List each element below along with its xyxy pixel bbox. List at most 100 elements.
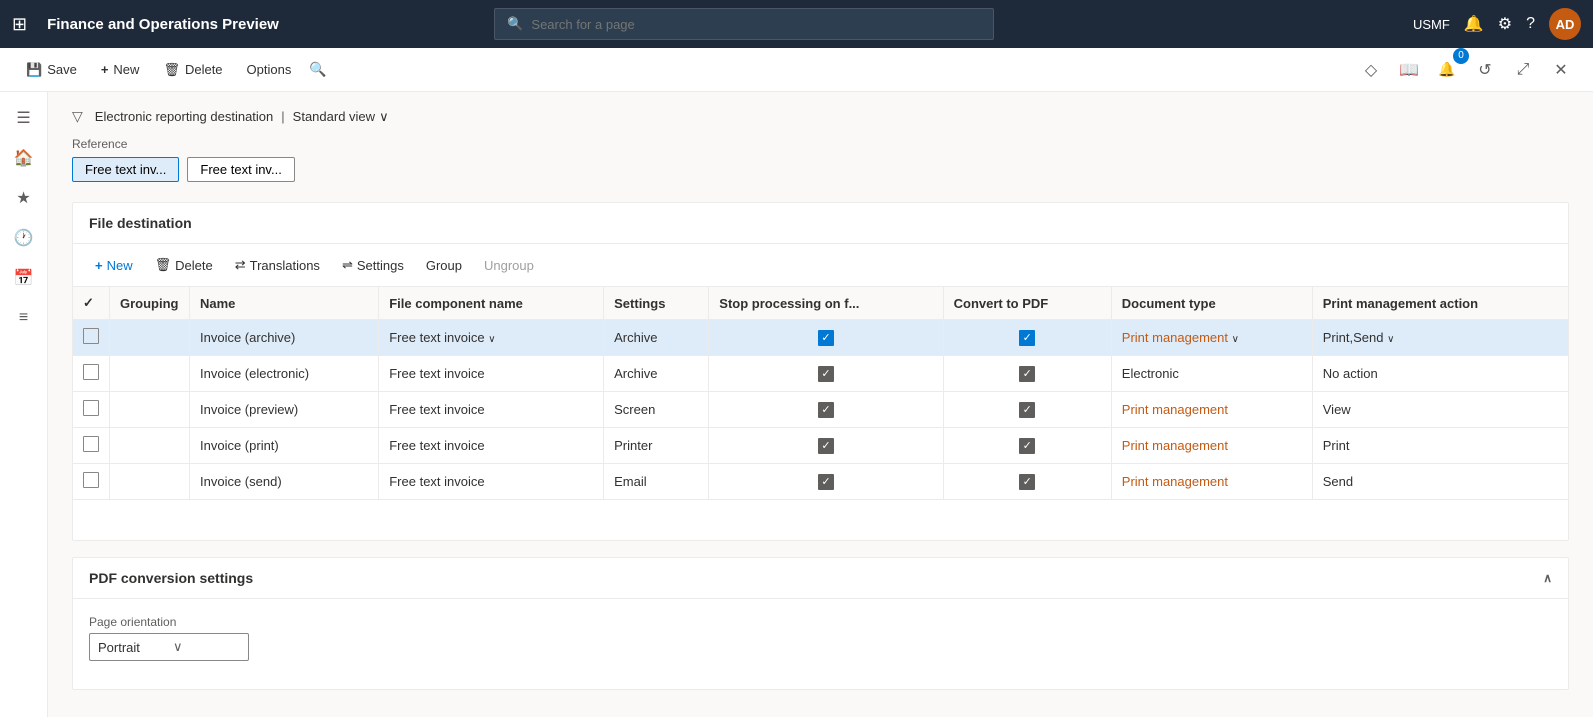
col-name[interactable]: Name — [190, 287, 379, 320]
row-grouping — [110, 428, 190, 464]
page-orientation-select[interactable]: Portrait ∨ — [89, 633, 249, 661]
row-check[interactable] — [73, 392, 110, 428]
page-orientation-value: Portrait — [98, 640, 165, 655]
fd-settings-button[interactable]: ⇌ Settings — [332, 252, 414, 278]
row-convert-pdf[interactable]: ✓ — [943, 320, 1111, 356]
row-print-action: View — [1312, 392, 1568, 428]
col-stop-processing[interactable]: Stop processing on f... — [709, 287, 943, 320]
notification-count: 0 — [1453, 48, 1469, 64]
row-check[interactable] — [73, 464, 110, 500]
stop-checkbox[interactable]: ✓ — [818, 402, 834, 418]
row-check[interactable] — [73, 320, 110, 356]
file-component-dropdown-icon[interactable]: ∨ — [488, 334, 495, 345]
options-button[interactable]: Options — [237, 56, 302, 83]
avatar[interactable]: AD — [1549, 8, 1581, 40]
delete-button[interactable]: 🗑 Delete — [153, 56, 232, 84]
pdf-collapse-icon[interactable]: ∧ — [1543, 571, 1552, 585]
row-check[interactable] — [73, 428, 110, 464]
new-label: New — [113, 62, 139, 77]
checkbox[interactable] — [83, 472, 99, 488]
row-file-component[interactable]: Free text invoice ∨ — [379, 320, 604, 356]
fd-group-label: Group — [426, 258, 462, 273]
table-row[interactable]: Invoice (archive)Free text invoice ∨Arch… — [73, 320, 1568, 356]
ref-button-1[interactable]: Free text inv... — [72, 157, 179, 182]
notification-icon[interactable]: 🔔 — [1464, 14, 1484, 34]
col-document-type[interactable]: Document type — [1111, 287, 1312, 320]
convert-checkbox[interactable]: ✓ — [1019, 438, 1035, 454]
row-stop-processing[interactable]: ✓ — [709, 464, 943, 500]
new-button[interactable]: + New — [91, 56, 150, 83]
table-row[interactable]: Invoice (electronic)Free text invoiceArc… — [73, 356, 1568, 392]
sidebar-modules-icon[interactable]: ≡ — [6, 300, 42, 336]
row-convert-pdf[interactable]: ✓ — [943, 392, 1111, 428]
table-row[interactable]: Invoice (send)Free text invoiceEmail✓✓Pr… — [73, 464, 1568, 500]
col-check[interactable]: ✓ — [73, 287, 110, 320]
save-button[interactable]: 💾 Save — [16, 56, 87, 84]
row-stop-processing[interactable]: ✓ — [709, 392, 943, 428]
table-row[interactable]: Invoice (preview)Free text invoiceScreen… — [73, 392, 1568, 428]
fd-translations-button[interactable]: ⇄ Translations — [225, 252, 330, 278]
app-grid-icon[interactable]: ⊞ — [12, 14, 27, 35]
row-document-type[interactable]: Print management ∨ — [1111, 320, 1312, 356]
row-print-action: Print — [1312, 428, 1568, 464]
fd-delete-label: Delete — [175, 258, 213, 273]
col-convert-pdf[interactable]: Convert to PDF — [943, 287, 1111, 320]
stop-checkbox[interactable]: ✓ — [818, 330, 834, 346]
col-grouping[interactable]: Grouping — [110, 287, 190, 320]
checkbox[interactable] — [83, 364, 99, 380]
row-stop-processing[interactable]: ✓ — [709, 428, 943, 464]
fd-group-button[interactable]: Group — [416, 253, 472, 278]
sidebar-favorites-icon[interactable]: ★ — [6, 180, 42, 216]
print-action-dropdown-icon[interactable]: ∨ — [1387, 334, 1394, 345]
help-icon[interactable]: ? — [1526, 15, 1535, 33]
book-icon[interactable]: 📖 — [1393, 54, 1425, 86]
row-convert-pdf[interactable]: ✓ — [943, 356, 1111, 392]
table-row[interactable]: Invoice (print)Free text invoicePrinter✓… — [73, 428, 1568, 464]
command-search-icon[interactable]: 🔍 — [309, 61, 326, 78]
convert-checkbox[interactable]: ✓ — [1019, 402, 1035, 418]
command-bar: 💾 Save + New 🗑 Delete Options 🔍 ◇ 📖 🔔 0 … — [0, 48, 1593, 92]
filter-icon[interactable]: ▽ — [72, 108, 83, 125]
diamond-icon[interactable]: ◇ — [1355, 54, 1387, 86]
row-check[interactable] — [73, 356, 110, 392]
file-destination-title: File destination — [89, 215, 192, 231]
view-selector[interactable]: Standard view ∨ — [293, 109, 389, 125]
convert-checkbox[interactable]: ✓ — [1019, 330, 1035, 346]
stop-checkbox[interactable]: ✓ — [818, 438, 834, 454]
col-file-component[interactable]: File component name — [379, 287, 604, 320]
fd-ungroup-button[interactable]: Ungroup — [474, 253, 544, 278]
search-input[interactable] — [531, 17, 981, 32]
row-convert-pdf[interactable]: ✓ — [943, 464, 1111, 500]
checkbox[interactable] — [83, 328, 99, 344]
close-icon[interactable]: ✕ — [1545, 54, 1577, 86]
convert-checkbox[interactable]: ✓ — [1019, 366, 1035, 382]
settings-icon[interactable]: ⚙ — [1498, 14, 1512, 34]
fd-new-button[interactable]: + New — [85, 253, 143, 278]
sidebar-recent-icon[interactable]: 🕐 — [6, 220, 42, 256]
notification-badge-icon[interactable]: 🔔 0 — [1431, 54, 1463, 86]
file-destination-header[interactable]: File destination — [73, 203, 1568, 244]
row-stop-processing[interactable]: ✓ — [709, 356, 943, 392]
row-stop-processing[interactable]: ✓ — [709, 320, 943, 356]
sidebar-menu-icon[interactable]: ☰ — [6, 100, 42, 136]
sidebar-home-icon[interactable]: 🏠 — [6, 140, 42, 176]
fd-ungroup-label: Ungroup — [484, 258, 534, 273]
refresh-icon[interactable]: ↺ — [1469, 54, 1501, 86]
row-name: Invoice (preview) — [190, 392, 379, 428]
col-settings[interactable]: Settings — [604, 287, 709, 320]
row-convert-pdf[interactable]: ✓ — [943, 428, 1111, 464]
checkbox[interactable] — [83, 400, 99, 416]
convert-checkbox[interactable]: ✓ — [1019, 474, 1035, 490]
sidebar-workspaces-icon[interactable]: 📅 — [6, 260, 42, 296]
fd-delete-button[interactable]: 🗑 Delete — [145, 252, 223, 278]
stop-checkbox[interactable]: ✓ — [818, 366, 834, 382]
ref-button-2[interactable]: Free text inv... — [187, 157, 294, 182]
checkbox[interactable] — [83, 436, 99, 452]
expand-icon[interactable]: ⤢ — [1507, 54, 1539, 86]
stop-checkbox[interactable]: ✓ — [818, 474, 834, 490]
search-bar[interactable]: 🔍 — [494, 8, 994, 40]
row-print-action[interactable]: Print,Send ∨ — [1312, 320, 1568, 356]
pdf-conversion-header[interactable]: PDF conversion settings ∧ — [73, 558, 1568, 599]
col-print-action[interactable]: Print management action — [1312, 287, 1568, 320]
doc-type-dropdown-icon[interactable]: ∨ — [1232, 334, 1239, 345]
